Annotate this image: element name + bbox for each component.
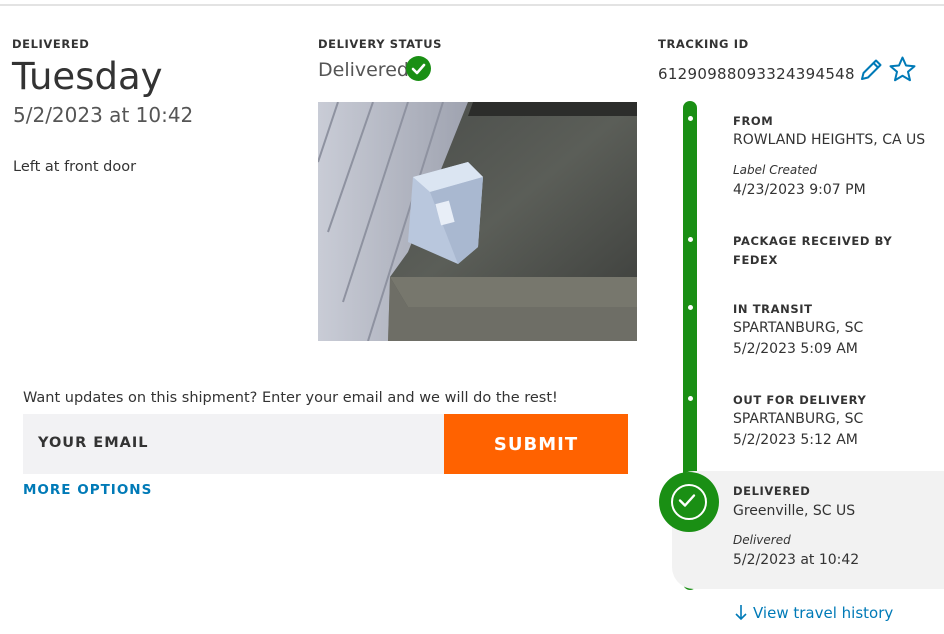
tracking-id-label: TRACKING ID [658, 37, 749, 51]
view-travel-history-link[interactable]: View travel history [753, 604, 893, 622]
event-delivered-note: Delivered [733, 533, 791, 547]
submit-button[interactable]: SUBMIT [444, 414, 628, 474]
delivered-check-icon [659, 472, 719, 532]
event-from-datetime: 4/23/2023 9:07 PM [733, 182, 866, 198]
event-delivered-title: DELIVERED [733, 484, 811, 498]
event-received-title: PACKAGE RECEIVED BY [733, 234, 893, 248]
delivery-location-note: Left at front door [13, 159, 137, 175]
arrow-down-icon[interactable] [734, 603, 748, 623]
event-out-for-delivery-title: OUT FOR DELIVERY [733, 393, 867, 407]
event-in-transit-datetime: 5/2/2023 5:09 AM [733, 341, 858, 357]
proof-of-delivery-photo[interactable] [318, 102, 637, 341]
delivery-datetime: 5/2/2023 at 10:42 [13, 103, 194, 127]
edit-pencil-icon[interactable] [857, 56, 885, 84]
delivery-status-value: Delivered [318, 59, 409, 81]
event-from-note: Label Created [733, 163, 817, 177]
event-from-location: ROWLAND HEIGHTS, CA US [733, 132, 926, 148]
event-delivered-datetime: 5/2/2023 at 10:42 [733, 552, 860, 568]
event-from-title: FROM [733, 114, 774, 128]
top-divider [0, 4, 944, 6]
event-delivered-location: Greenville, SC US [733, 503, 856, 519]
more-options-link[interactable]: MORE OPTIONS [23, 482, 152, 498]
timeline-dot [688, 237, 693, 242]
check-circle-icon [406, 56, 431, 81]
email-input[interactable]: YOUR EMAIL [23, 414, 444, 474]
timeline-dot [688, 396, 693, 401]
email-placeholder: YOUR EMAIL [38, 435, 149, 451]
delivery-status-label: DELIVERY STATUS [318, 37, 443, 51]
delivery-day: Tuesday [12, 55, 163, 98]
timeline-dot [688, 116, 693, 121]
tracking-id-value: 612909880933243945​48 [658, 65, 855, 83]
timeline-dot [688, 305, 693, 310]
star-watch-icon[interactable] [888, 55, 917, 84]
delivered-label: DELIVERED [12, 37, 90, 51]
event-received-title-line2: FEDEX [733, 253, 778, 267]
event-out-for-delivery-location: SPARTANBURG, SC [733, 411, 864, 427]
email-updates-prompt: Want updates on this shipment? Enter you… [23, 390, 558, 406]
event-out-for-delivery-datetime: 5/2/2023 5:12 AM [733, 432, 858, 448]
event-in-transit-location: SPARTANBURG, SC [733, 320, 864, 336]
event-in-transit-title: IN TRANSIT [733, 302, 813, 316]
